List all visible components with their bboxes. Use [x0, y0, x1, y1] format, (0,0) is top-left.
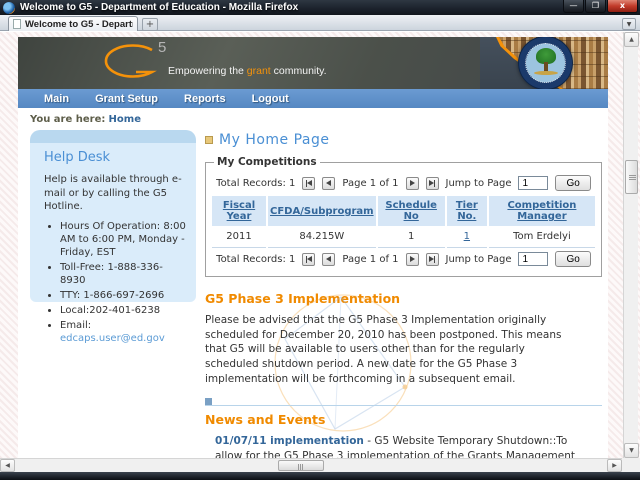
page-favicon-icon [13, 19, 21, 29]
jump-to-page-input[interactable] [518, 176, 549, 190]
help-desk-email-link[interactable]: edcaps.user@ed.gov [60, 333, 165, 344]
scroll-down-arrow-icon[interactable]: ▼ [624, 443, 639, 458]
tab-welcome-g5[interactable]: Welcome to G5 - Department of Edu... [8, 16, 138, 31]
cell-cfda-subprogram: 84.215W [268, 226, 376, 248]
page-content: You are here: Home Help Desk Help is ava… [18, 108, 608, 472]
page-title-square-icon [205, 136, 213, 144]
tier-no-link[interactable]: 1 [464, 231, 470, 242]
prev-page-button[interactable] [322, 252, 336, 266]
main-navigation: Main Grant Setup Reports Logout [18, 89, 608, 108]
go-button[interactable]: Go [555, 175, 591, 191]
my-competitions-legend: My Competitions [217, 156, 317, 168]
scroll-left-arrow-icon[interactable]: ◀ [0, 459, 15, 472]
nav-item-main[interactable]: Main [44, 93, 69, 105]
first-page-button[interactable] [302, 252, 316, 266]
col-schedule-no[interactable]: Schedule No [377, 196, 445, 226]
help-desk-hours: Hours Of Operation: 8:00 AM to 6:00 PM, … [60, 220, 186, 259]
page-title: My Home Page [205, 132, 602, 148]
help-desk-list: Hours Of Operation: 8:00 AM to 6:00 PM, … [60, 220, 186, 345]
breadcrumb-label: You are here: [30, 114, 106, 125]
browser-viewport: 5 Empowering the grant community. Main G… [0, 32, 640, 472]
list-all-tabs-button[interactable]: ▼ [622, 18, 636, 30]
last-page-button[interactable] [425, 252, 439, 266]
help-desk-email: Email: edcaps.user@ed.gov [60, 319, 186, 345]
tab-label: Welcome to G5 - Department of Edu... [25, 18, 133, 30]
g5-logo-five: 5 [158, 39, 167, 56]
jump-to-page-label: Jump to Page [445, 177, 512, 189]
breadcrumb: You are here: Home [18, 108, 608, 125]
last-page-button[interactable] [425, 176, 439, 190]
taskbar-edge [0, 472, 640, 480]
banner-tagline: Empowering the grant community. [168, 65, 327, 77]
prev-page-button[interactable] [322, 176, 336, 190]
help-desk-local: Local:202-401-6238 [60, 304, 186, 317]
maximize-button[interactable]: ❐ [585, 0, 606, 13]
page-indicator: Page 1 of 1 [342, 253, 399, 265]
nav-item-grant-setup[interactable]: Grant Setup [95, 93, 158, 105]
divider-square-icon [205, 398, 212, 406]
col-cfda-subprogram[interactable]: CFDA/Subprogram [268, 196, 376, 226]
cell-schedule-no: 1 [377, 226, 445, 248]
scroll-up-arrow-icon[interactable]: ▲ [624, 32, 639, 47]
vertical-scroll-thumb[interactable] [625, 160, 638, 194]
next-page-button[interactable] [405, 176, 419, 190]
ed-seal [518, 37, 573, 89]
cell-tier-no: 1 [446, 226, 487, 248]
col-tier-no[interactable]: Tier No. [446, 196, 487, 226]
col-fiscal-year[interactable]: Fiscal Year [212, 196, 267, 226]
col-competition-manager[interactable]: Competition Manager [488, 196, 595, 226]
titlebar: Welcome to G5 - Department of Education … [0, 0, 640, 15]
seal-base [534, 71, 558, 75]
first-page-button[interactable] [302, 176, 316, 190]
phase3-body: Please be advised that the G5 Phase 3 Im… [205, 314, 562, 385]
tagline-grant-accent: grant [246, 65, 271, 77]
page-indicator: Page 1 of 1 [342, 177, 399, 189]
total-records-label: Total Records: 1 [216, 177, 296, 189]
go-button[interactable]: Go [555, 251, 591, 267]
vertical-scrollbar[interactable]: ▲ ▼ [623, 32, 639, 458]
cell-fiscal-year: 2011 [212, 226, 267, 248]
help-desk-tty: TTY: 1-866-697-2696 [60, 289, 186, 302]
tab-strip: Welcome to G5 - Department of Edu... + ▼ [0, 15, 640, 31]
firefox-icon [3, 1, 15, 14]
table-row: 2011 84.215W 1 1 Tom Erdelyi [212, 226, 595, 248]
pagination-top: Total Records: 1 Page 1 of 1 Jump to Pag… [210, 172, 597, 194]
minimize-button[interactable]: — [563, 0, 584, 13]
horizontal-scrollbar[interactable]: ◀ ▶ [0, 458, 622, 472]
my-competitions-fieldset: My Competitions Total Records: 1 Page 1 … [205, 156, 602, 277]
window-title: Welcome to G5 - Department of Education … [20, 2, 299, 13]
help-desk-title: Help Desk [44, 150, 111, 165]
help-desk-tollfree: Toll-Free: 1-888-336-8930 [60, 261, 186, 287]
next-page-button[interactable] [405, 252, 419, 266]
total-records-label: Total Records: 1 [216, 253, 296, 265]
scrollbar-corner [622, 458, 640, 472]
section-divider [205, 398, 602, 407]
close-button[interactable]: x [607, 0, 638, 13]
help-desk-panel: Help Desk Help is available through e-ma… [30, 130, 196, 344]
nav-item-logout[interactable]: Logout [252, 93, 289, 105]
g5-logo: 5 [96, 39, 168, 86]
cell-competition-manager: Tom Erdelyi [488, 226, 595, 248]
webpage: 5 Empowering the grant community. Main G… [18, 37, 608, 472]
jump-to-page-input[interactable] [518, 252, 549, 266]
horizontal-scroll-thumb[interactable] [278, 460, 324, 471]
competitions-table: Fiscal Year CFDA/Subprogram Schedule No … [210, 196, 597, 248]
main-column: My Home Page My Competitions Total Recor… [205, 132, 602, 472]
breadcrumb-home-link[interactable]: Home [109, 114, 141, 125]
browser-window: Welcome to G5 - Department of Education … [0, 0, 640, 480]
jump-to-page-label: Jump to Page [445, 253, 512, 265]
new-tab-button[interactable]: + [142, 18, 158, 31]
site-banner: 5 Empowering the grant community. [18, 37, 608, 89]
phase3-section: G5 Phase 3 Implementation Please be advi… [205, 291, 602, 432]
table-header-row: Fiscal Year CFDA/Subprogram Schedule No … [212, 196, 595, 226]
nav-item-reports[interactable]: Reports [184, 93, 226, 105]
help-desk-intro: Help is available through e-mail or by c… [44, 174, 182, 212]
scroll-right-arrow-icon[interactable]: ▶ [607, 459, 622, 472]
pagination-bottom: Total Records: 1 Page 1 of 1 Jump to Pag… [210, 248, 597, 270]
